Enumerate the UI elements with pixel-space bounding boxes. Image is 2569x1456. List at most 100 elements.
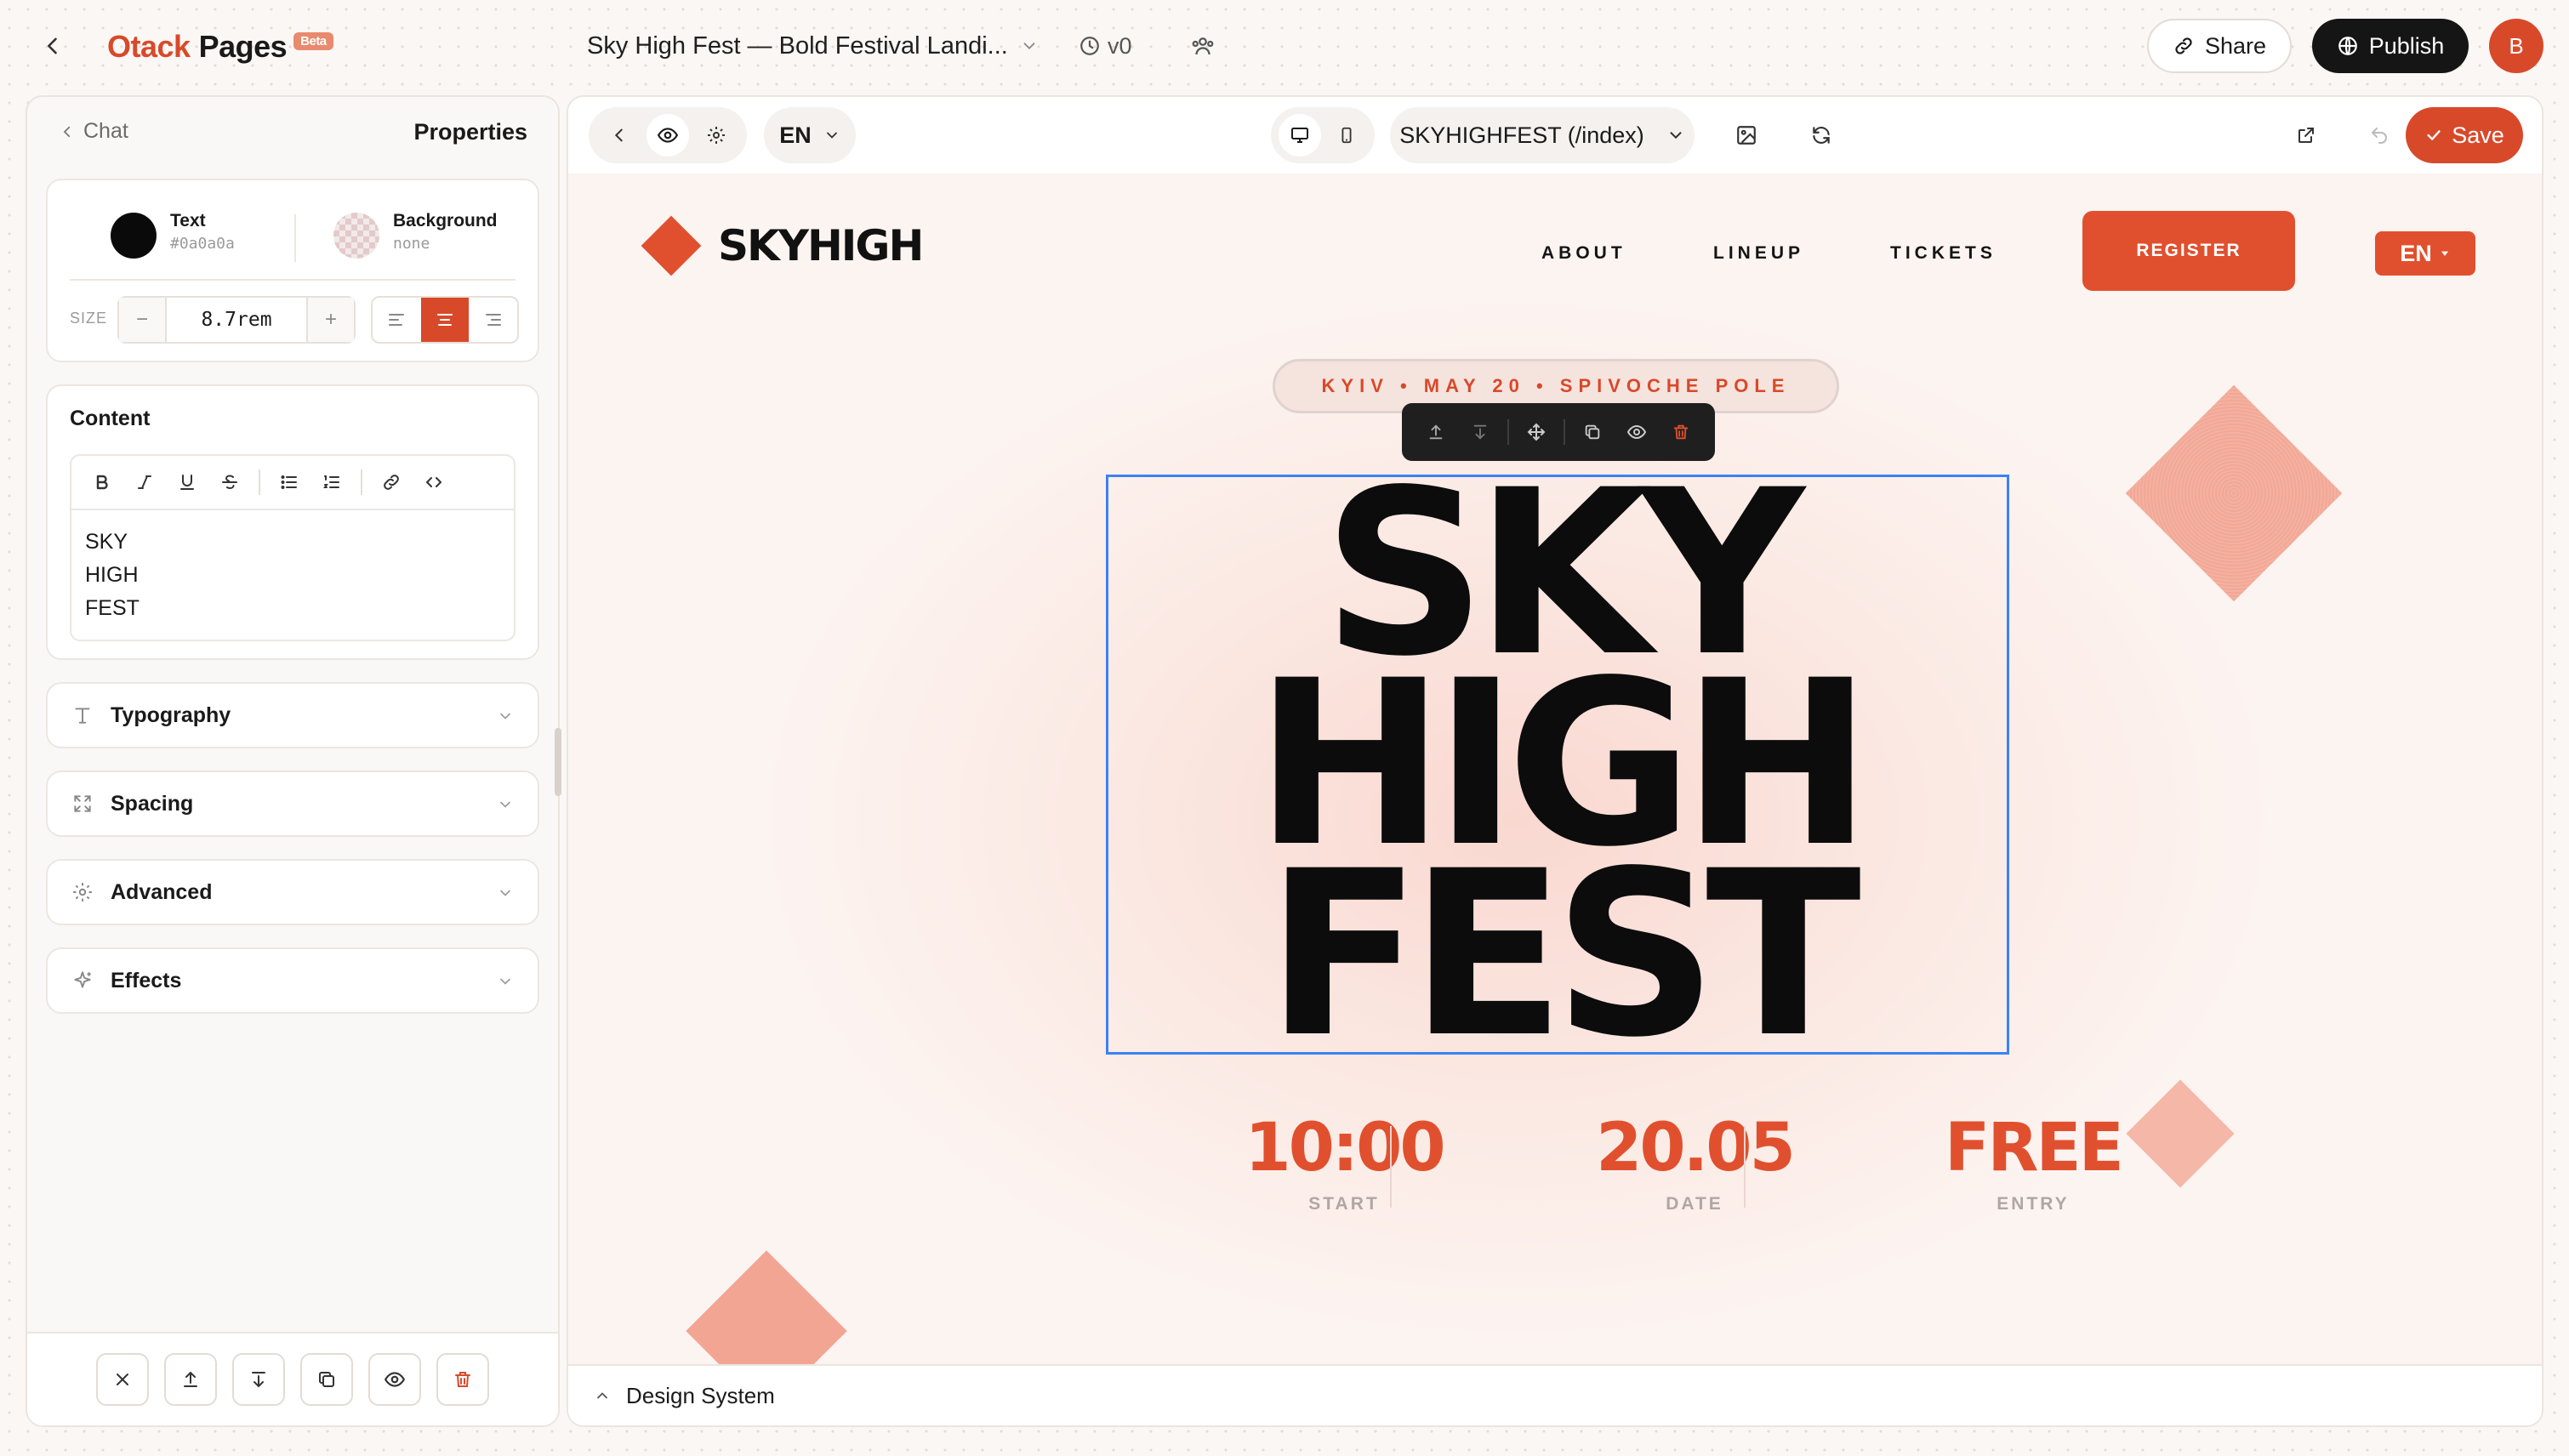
version-label: v0 <box>1108 32 1132 59</box>
trash-icon <box>1673 424 1689 440</box>
color-swatches: Text #0a0a0a Background none <box>48 206 538 265</box>
stat-label: DATE <box>1666 1194 1723 1214</box>
desktop-view-button[interactable] <box>1278 114 1321 156</box>
document-title-dropdown[interactable]: Sky High Fest — Bold Festival Landi... <box>587 26 1039 66</box>
user-avatar[interactable]: B <box>2489 19 2543 73</box>
float-move-down-button[interactable] <box>1463 415 1497 449</box>
effects-section[interactable]: Effects <box>46 947 539 1014</box>
align-center-button[interactable] <box>420 298 470 342</box>
code-button[interactable] <box>415 464 453 501</box>
text-color-swatch[interactable] <box>111 213 157 259</box>
site-logo[interactable]: SKYHIGH <box>641 215 924 276</box>
canvas-back-button[interactable] <box>598 114 641 156</box>
desktop-icon <box>1290 128 1308 143</box>
refresh-button[interactable] <box>1802 116 1841 155</box>
move-up-button[interactable] <box>164 1353 217 1406</box>
site-nav-tickets[interactable]: TICKETS <box>1890 243 1997 264</box>
page-select[interactable]: SKYHIGHFEST (/index) <box>1390 107 1695 163</box>
element-floating-toolbar <box>1402 403 1715 461</box>
effects-header: Effects <box>48 949 538 1012</box>
stat-date[interactable]: 20.05 DATE <box>1567 1112 1822 1214</box>
undo-button[interactable] <box>2360 116 2399 155</box>
underline-button[interactable] <box>168 464 206 501</box>
italic-button[interactable] <box>126 464 163 501</box>
advanced-label: Advanced <box>111 879 213 904</box>
collaborators-button[interactable] <box>1186 29 1220 63</box>
move-down-button[interactable] <box>232 1353 285 1406</box>
site-preview: SKYHIGH ABOUT LINEUP TICKETS REGISTER EN… <box>568 173 2542 1368</box>
typography-section[interactable]: Typography <box>46 682 539 748</box>
diamond-logo-icon <box>641 215 702 276</box>
spacing-section[interactable]: Spacing <box>46 771 539 837</box>
page-settings-button[interactable] <box>695 114 738 156</box>
element-actions-footer <box>27 1332 558 1425</box>
app-logo-brand: Otack <box>107 29 191 64</box>
mobile-view-button[interactable] <box>1325 114 1368 156</box>
text-align-group <box>371 296 519 344</box>
chevron-down-icon <box>500 713 510 719</box>
editor-content[interactable]: SKY HIGH FEST <box>71 510 514 640</box>
stat-value: 20.05 <box>1596 1110 1796 1186</box>
site-register-button[interactable]: REGISTER <box>2082 211 2295 291</box>
float-delete-button[interactable] <box>1664 415 1698 449</box>
back-button[interactable] <box>32 26 73 66</box>
preview-mode-button[interactable] <box>646 114 689 156</box>
chevron-left-icon <box>615 128 624 142</box>
size-increment-button[interactable]: + <box>308 298 354 342</box>
canvas-mode-group <box>589 107 747 163</box>
background-color-value: none <box>393 235 430 253</box>
media-library-button[interactable] <box>1727 116 1766 155</box>
background-color-label: Background <box>393 211 498 230</box>
canvas-language-select[interactable]: EN <box>764 107 856 163</box>
move-down-icon <box>252 1372 265 1388</box>
chevron-down-icon <box>500 801 510 808</box>
chevron-down-icon <box>500 978 510 985</box>
text-icon <box>75 708 90 724</box>
hero-title-selected[interactable]: SKY HIGH FEST <box>1106 460 2009 1069</box>
text-color-label: Text <box>170 211 206 230</box>
divider <box>294 214 296 262</box>
link-icon <box>384 475 399 490</box>
bullet-list-button[interactable] <box>271 464 308 501</box>
bullet-list-icon <box>281 475 297 489</box>
divider <box>259 469 260 495</box>
app-logo[interactable]: Otack Pages Beta <box>107 26 333 68</box>
clock-icon <box>1080 37 1099 55</box>
size-decrement-button[interactable]: − <box>119 298 165 342</box>
publish-button[interactable]: Publish <box>2312 19 2469 73</box>
link-button[interactable] <box>373 464 410 501</box>
background-color-swatch[interactable] <box>333 213 379 259</box>
delete-button[interactable] <box>436 1353 489 1406</box>
numbered-list-button[interactable] <box>313 464 350 501</box>
bold-button[interactable] <box>83 464 121 501</box>
visibility-button[interactable] <box>368 1353 421 1406</box>
float-drag-handle[interactable] <box>1519 415 1553 449</box>
open-external-button[interactable] <box>2287 116 2326 155</box>
divider <box>70 279 516 281</box>
advanced-section[interactable]: Advanced <box>46 859 539 925</box>
strikethrough-button[interactable] <box>211 464 248 501</box>
float-move-up-button[interactable] <box>1419 415 1453 449</box>
size-input[interactable]: 8.7rem <box>165 298 308 342</box>
align-right-button[interactable] <box>469 298 517 342</box>
float-duplicate-button[interactable] <box>1575 415 1609 449</box>
site-nav-lineup[interactable]: LINEUP <box>1713 243 1804 264</box>
float-visibility-button[interactable] <box>1620 415 1654 449</box>
stat-start[interactable]: 10:00 START <box>1216 1112 1472 1214</box>
stat-entry[interactable]: FREE ENTRY <box>1905 1112 2161 1214</box>
site-nav-about[interactable]: ABOUT <box>1541 243 1626 264</box>
deselect-button[interactable] <box>96 1353 149 1406</box>
beta-badge: Beta <box>293 31 333 50</box>
gear-icon <box>73 883 92 901</box>
stat-value: 10:00 <box>1245 1110 1445 1186</box>
design-system-bar[interactable]: Design System <box>568 1364 2542 1425</box>
share-button[interactable]: Share <box>2147 19 2292 73</box>
panel-resize-handle[interactable] <box>555 728 561 796</box>
save-button[interactable]: Save <box>2406 107 2523 163</box>
back-to-chat-link[interactable]: Chat <box>60 119 128 144</box>
duplicate-button[interactable] <box>300 1353 353 1406</box>
underline-icon <box>180 475 194 490</box>
align-left-button[interactable] <box>373 298 421 342</box>
version-history-button[interactable]: v0 <box>1079 26 1132 66</box>
site-language-select[interactable]: EN <box>2375 231 2475 276</box>
